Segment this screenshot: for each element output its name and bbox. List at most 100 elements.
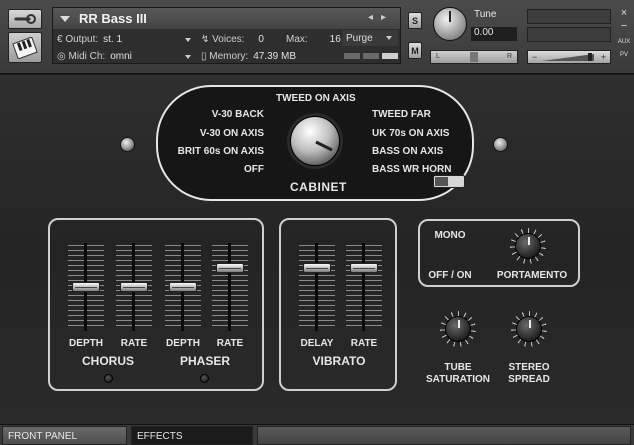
tune-label: Tune — [474, 9, 497, 20]
phaser-rate-label: RATE — [216, 338, 244, 349]
vibrato-rate-label: RATE — [350, 338, 378, 349]
volume-minus-label: − — [532, 52, 538, 62]
purge-label: Purge — [346, 32, 373, 44]
chorus-depth-fader[interactable] — [72, 282, 100, 292]
cabinet-option-off[interactable]: OFF — [244, 164, 264, 175]
stereo-spread-knob[interactable] — [516, 316, 542, 342]
cabinet-selector-knob[interactable] — [290, 116, 340, 166]
chevron-down-icon — [185, 55, 191, 59]
mono-label: MONO — [434, 230, 466, 241]
stereo-label-line2: SPREAD — [508, 374, 550, 385]
max-voices-value[interactable]: 16 — [330, 34, 341, 45]
panel-tab-bar: FRONT PANEL EFFECTS — [0, 424, 634, 445]
chorus-title: CHORUS — [81, 354, 134, 368]
purge-dropdown[interactable]: Purge — [342, 30, 398, 46]
wrench-glyph — [14, 14, 36, 24]
keyboard-icon[interactable] — [8, 32, 42, 63]
portamento-label: PORTAMENTO — [496, 270, 568, 281]
max-label: Max: — [285, 34, 308, 45]
chorus-rate-fader[interactable] — [120, 282, 148, 292]
tab-effects[interactable]: EFFECTS — [131, 426, 253, 445]
tab-bar-filler — [257, 426, 631, 445]
purge-segment — [344, 53, 360, 59]
pan-left-label: L — [436, 53, 440, 60]
purge-segment — [382, 53, 398, 59]
vibrato-rate-fader[interactable] — [350, 262, 378, 273]
cabinet-option-uk-70s[interactable]: UK 70s ON AXIS — [372, 128, 449, 139]
voices-label: Voices: — [212, 34, 245, 45]
vibrato-rate-track — [362, 243, 365, 331]
chorus-depth-label: DEPTH — [69, 338, 103, 349]
mono-switch-label: OFF / ON — [428, 270, 472, 281]
knob-pointer-icon — [315, 140, 333, 152]
cabinet-option-brit-60s[interactable]: BRIT 60s ON AXIS — [178, 146, 264, 157]
volume-plus-label: + — [600, 52, 606, 62]
pv-button[interactable]: PV — [617, 49, 631, 61]
tab-front-panel[interactable]: FRONT PANEL — [2, 426, 127, 445]
instrument-nav-arrows[interactable]: ◂▸ — [368, 12, 394, 23]
solo-button[interactable]: S — [408, 12, 422, 29]
tube-label-line2: SATURATION — [425, 374, 491, 385]
phaser-rate-fader[interactable] — [216, 262, 244, 273]
midi-icon: ◎ — [57, 51, 69, 62]
output-label: Output: — [65, 34, 99, 45]
chevron-down-icon — [185, 38, 191, 42]
cabinet-option-tweed-far[interactable]: TWEED FAR — [372, 109, 431, 120]
mute-button[interactable]: M — [408, 42, 422, 59]
phaser-rate-track — [228, 243, 231, 331]
output-selector[interactable]: € Output: st. 1 — [57, 31, 192, 48]
pan-right-label: R — [506, 53, 512, 60]
midi-channel-selector[interactable]: ◎ Midi Ch: omni — [57, 48, 192, 65]
mono-toggle-switch[interactable] — [433, 175, 465, 188]
screw-right — [493, 137, 508, 152]
memory-icon: ▯ — [201, 51, 210, 62]
vibrato-delay-fader[interactable] — [303, 262, 331, 273]
minimize-icon[interactable]: − — [617, 20, 631, 32]
voices-icon: ↯ — [201, 34, 213, 45]
chorus-rate-label: RATE — [120, 338, 148, 349]
vibrato-delay-track — [315, 243, 318, 331]
pan-slider[interactable]: L R — [430, 50, 518, 64]
phaser-depth-fader[interactable] — [169, 282, 197, 292]
midi-label: Midi Ch: — [68, 51, 106, 62]
aux-button[interactable]: AUX — [617, 36, 631, 48]
memory-label: Memory: — [209, 51, 249, 62]
cabinet-option-bass-wr-horn[interactable]: BASS WR HORN — [372, 164, 451, 175]
level-meter-left — [527, 9, 611, 24]
stereo-label-line1: STEREO — [508, 362, 550, 373]
instrument-title-bar: RR Bass III ◂▸ — [53, 8, 400, 29]
volume-ramp-icon — [542, 53, 594, 61]
output-value: st. 1 — [103, 34, 123, 45]
tube-saturation-knob[interactable] — [445, 316, 471, 342]
cabinet-option-tweed-on-axis[interactable]: TWEED ON AXIS — [276, 93, 356, 104]
volume-slider[interactable]: − + — [527, 50, 611, 64]
instrument-header: RR Bass III ◂▸ € Output: st. 1 ↯ Voices:… — [0, 0, 634, 74]
pan-handle[interactable] — [470, 52, 478, 62]
portamento-knob[interactable] — [515, 233, 541, 259]
phaser-depth-label: DEPTH — [166, 338, 200, 349]
memory-display: ▯ Memory: 47.39 MB — [201, 48, 341, 65]
chevron-down-icon[interactable] — [60, 15, 70, 22]
midi-value: omni — [110, 51, 132, 62]
wrench-icon[interactable] — [8, 9, 42, 29]
tune-knob[interactable] — [433, 7, 467, 41]
tube-label-line1: TUBE — [444, 362, 472, 373]
instrument-name[interactable]: RR Bass III — [79, 11, 147, 26]
purge-indicator — [344, 53, 398, 59]
output-icon: € — [57, 34, 66, 45]
phaser-title: PHASER — [179, 354, 230, 368]
purge-segment — [363, 53, 379, 59]
screw-left — [120, 137, 135, 152]
phaser-power-led[interactable] — [200, 374, 209, 383]
voices-value: 0 — [258, 34, 264, 45]
chorus-power-led[interactable] — [104, 374, 113, 383]
close-icon[interactable]: × — [617, 7, 631, 19]
cabinet-option-v30-on-axis[interactable]: V-30 ON AXIS — [200, 128, 264, 139]
level-meter-right — [527, 27, 611, 42]
vibrato-title: VIBRATO — [312, 354, 366, 368]
cabinet-option-v30-back[interactable]: V-30 BACK — [212, 109, 264, 120]
chevron-down-icon — [386, 36, 392, 40]
cabinet-option-bass-on-axis[interactable]: BASS ON AXIS — [372, 146, 443, 157]
tune-value[interactable]: 0.00 — [471, 27, 517, 41]
cabinet-title: CABINET — [290, 180, 347, 194]
